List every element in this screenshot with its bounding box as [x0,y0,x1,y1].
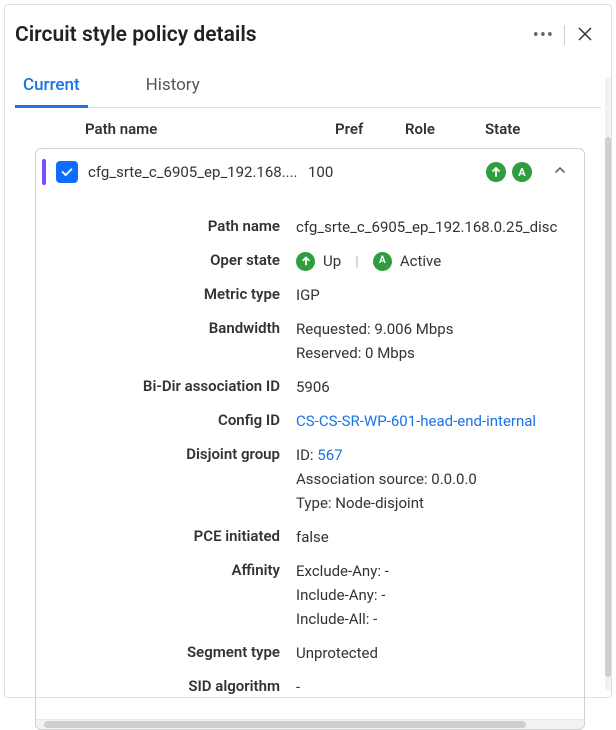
row-pref: 100 [308,163,418,181]
more-icon[interactable]: ••• [533,25,554,46]
tab-current[interactable]: Current [15,65,88,107]
policy-details-panel: Circuit style policy details ••• Current… [4,4,612,698]
disjoint-id-prefix: ID: [296,446,317,464]
panel-title: Circuit style policy details [15,23,257,47]
tab-history[interactable]: History [138,65,208,107]
bandwidth-reserved: Reserved: 0 Mbps [296,341,564,365]
affinity-exclude: Exclude-Any: - [296,559,564,583]
row-accent [42,159,46,185]
scroll-thumb-h[interactable] [44,721,526,728]
row-badges: A [486,162,532,182]
affinity-include-all: Include-All: - [296,607,564,631]
label-bandwidth: Bandwidth [66,317,296,340]
value-sid: - [296,675,564,699]
label-affinity: Affinity [66,559,296,582]
label-segment: Segment type [66,641,296,664]
label-sid: SID algorithm [66,675,296,698]
oper-active-text: Active [400,249,441,273]
affinity-include-any: Include-Any: - [296,583,564,607]
label-disjoint: Disjoint group [66,443,296,466]
divider [564,25,565,45]
col-state: State [485,120,565,138]
label-metric-type: Metric type [66,283,296,306]
table-row[interactable]: cfg_srte_c_6905_ep_192.168.... 100 A [36,149,584,195]
disjoint-type: Type: Node-disjoint [296,491,564,515]
value-disjoint: ID: 567 Association source: 0.0.0.0 Type… [296,443,564,515]
value-pce: false [296,525,564,549]
vertical-scrollbar[interactable] [605,77,611,691]
label-config-id: Config ID [66,409,296,432]
header-actions: ••• [533,21,595,49]
value-affinity: Exclude-Any: - Include-Any: - Include-Al… [296,559,564,631]
panel-header: Circuit style policy details ••• [15,21,601,65]
value-oper-state: Up | A Active [296,249,564,273]
row-checkbox[interactable] [56,161,78,183]
value-metric-type: IGP [296,283,564,307]
scroll-thumb-v[interactable] [605,137,611,677]
close-icon[interactable] [575,21,595,49]
label-bidir: Bi-Dir association ID [66,375,296,398]
value-segment: Unprotected [296,641,564,665]
bandwidth-requested: Requested: 9.006 Mbps [296,317,564,341]
label-oper-state: Oper state [66,249,296,272]
table-header: Path name Pref Role State [15,108,601,148]
path-card: cfg_srte_c_6905_ep_192.168.... 100 A Pat… [35,148,585,730]
col-role: Role [405,120,485,138]
oper-up-text: Up [323,249,341,273]
active-badge-icon: A [373,252,392,271]
disjoint-source: Association source: 0.0.0.0 [296,467,564,491]
label-pce: PCE initiated [66,525,296,548]
disjoint-id-link[interactable]: 567 [317,446,342,464]
config-id-link[interactable]: CS-CS-SR-WP-601-head-end-internal [296,412,536,430]
tabs: Current History [15,65,601,108]
col-path: Path name [85,120,335,138]
value-bandwidth: Requested: 9.006 Mbps Reserved: 0 Mbps [296,317,564,365]
row-path-name: cfg_srte_c_6905_ep_192.168.... [88,163,298,181]
up-icon [486,162,506,182]
active-icon: A [512,162,532,182]
value-bidir: 5906 [296,375,564,399]
chevron-up-icon[interactable] [554,164,566,180]
col-pref: Pref [335,120,405,138]
label-path-name: Path name [66,215,296,238]
separator: | [355,249,359,273]
value-path-name: cfg_srte_c_6905_ep_192.168.0.25_disc [296,215,564,239]
horizontal-scrollbar[interactable] [36,719,584,729]
up-badge-icon [296,252,315,271]
details-body: Path name cfg_srte_c_6905_ep_192.168.0.2… [36,195,584,719]
